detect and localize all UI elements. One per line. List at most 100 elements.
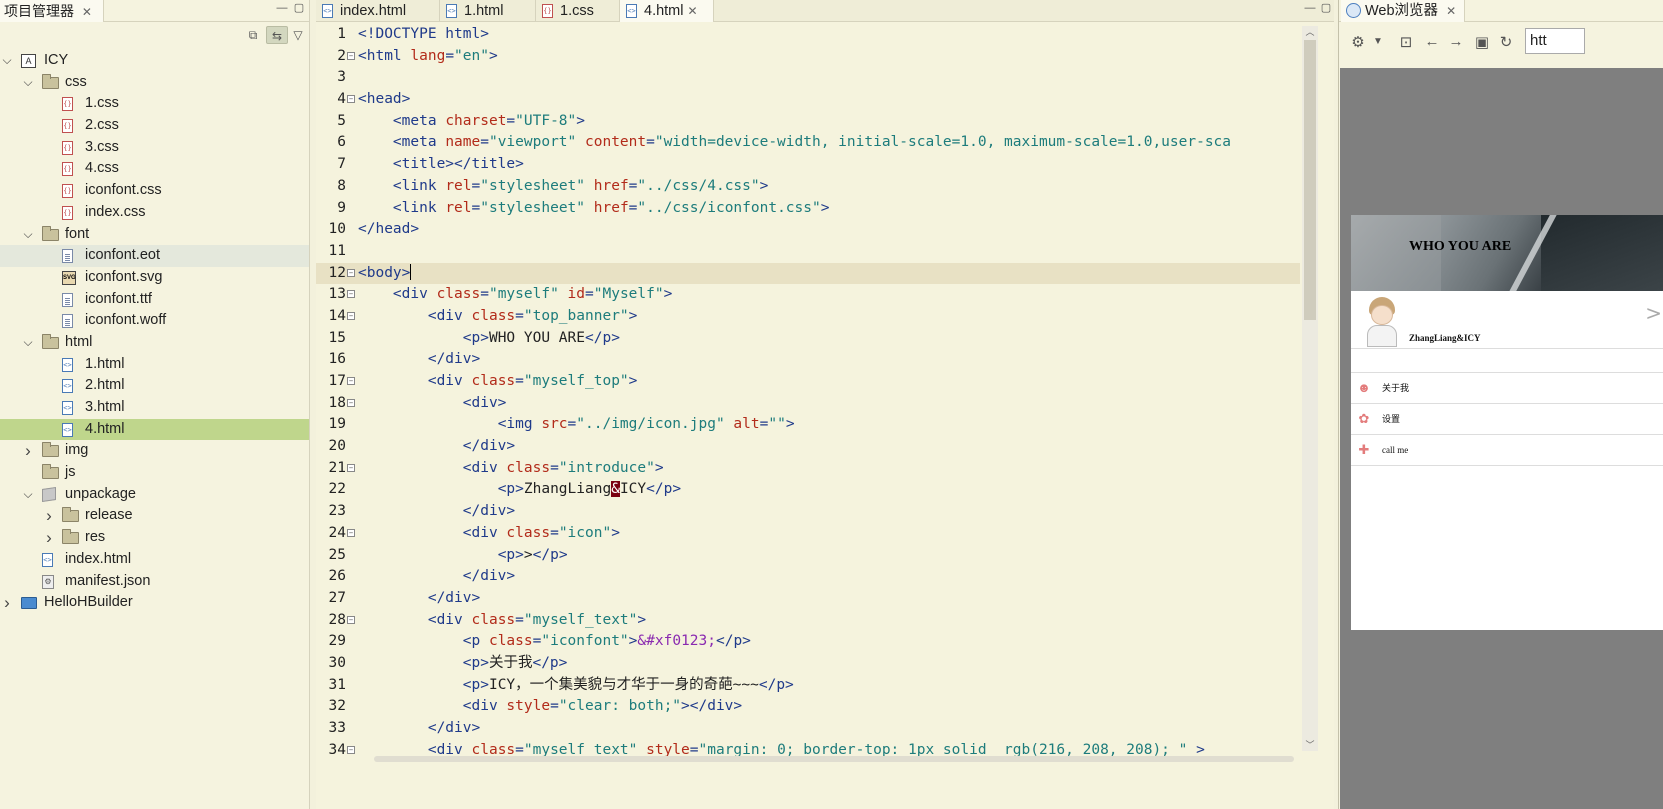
fold-toggle-icon[interactable]: − <box>347 95 355 104</box>
scroll-down-icon[interactable]: ﹀ <box>1302 739 1318 751</box>
code-line[interactable]: 20 </div> <box>316 436 1300 458</box>
tree-item[interactable]: <> index.html <box>0 549 309 571</box>
close-icon[interactable]: ✕ <box>1446 4 1456 18</box>
chevron-down-icon[interactable]: ⌵ <box>21 484 35 506</box>
tree-item[interactable]: <> 1.html <box>0 354 309 376</box>
close-icon[interactable]: ✕ <box>82 5 92 19</box>
code-line[interactable]: 19 <img src="../img/icon.jpg" alt=""> <box>316 414 1300 436</box>
vertical-scrollbar[interactable]: ︿ ﹀ <box>1302 26 1318 751</box>
tree-item[interactable]: {} 3.css <box>0 137 309 159</box>
tree-item[interactable]: ⌵ A ICY <box>0 50 309 72</box>
code-line[interactable]: 4− <head> <box>316 89 1300 111</box>
tab-index-html[interactable]: <> index.html <box>316 0 440 22</box>
chevron-down-icon[interactable]: ⌵ <box>21 332 35 354</box>
code-line[interactable]: 31 <p>ICY，一个集美貌与才华于一身的奇葩~~~</p> <box>316 675 1300 697</box>
tab-1-html[interactable]: <> 1.html <box>440 0 536 22</box>
code-line[interactable]: 13− <div class="myself" id="Myself"> <box>316 284 1300 306</box>
tree-item[interactable]: {} 1.css <box>0 93 309 115</box>
view-menu-icon[interactable]: ▽ <box>290 26 306 44</box>
code-line[interactable]: 5 <meta charset="UTF-8"> <box>316 111 1300 133</box>
scroll-thumb[interactable] <box>1304 40 1316 320</box>
chevron-right-icon[interactable]: › <box>0 592 14 614</box>
code-line[interactable]: 30 <p>关于我</p> <box>316 653 1300 675</box>
chevron-down-icon[interactable]: ⌵ <box>21 72 35 94</box>
tree-item[interactable]: iconfont.ttf <box>0 289 309 311</box>
menu-item[interactable]: ✚ call me <box>1351 435 1663 466</box>
tree-item[interactable]: ⌵ html <box>0 332 309 354</box>
code-line[interactable]: 18− <div> <box>316 393 1300 415</box>
code-area[interactable]: 1 <!DOCTYPE html> 2− <html lang="en"> 3 4− <he… <box>316 24 1300 809</box>
dropdown-icon[interactable]: ▼ <box>1369 36 1387 47</box>
collapse-all-icon[interactable]: ⧉ <box>242 26 264 44</box>
tree-item[interactable]: {} index.css <box>0 202 309 224</box>
chevron-down-icon[interactable]: ⌵ <box>0 50 14 72</box>
tree-item[interactable]: › res <box>0 527 309 549</box>
tree-item[interactable]: › img <box>0 440 309 462</box>
url-input[interactable]: htt <box>1525 28 1585 54</box>
refresh-icon[interactable]: ↻ <box>1497 33 1515 51</box>
tree-item[interactable]: iconfont.eot <box>0 245 309 267</box>
fold-toggle-icon[interactable]: − <box>347 311 355 320</box>
code-line[interactable]: 25 <p>></p> <box>316 545 1300 567</box>
chevron-right-icon[interactable]: > <box>1645 301 1662 325</box>
forward-icon[interactable]: → <box>1447 33 1465 50</box>
stop-icon[interactable]: ▣ <box>1473 33 1491 51</box>
chevron-right-icon[interactable]: › <box>42 527 56 549</box>
horizontal-scrollbar[interactable] <box>374 756 1294 762</box>
menu-item[interactable]: ✿ 设置 <box>1351 404 1663 435</box>
minimize-icon[interactable]: — <box>276 2 288 14</box>
code-line[interactable]: 1 <!DOCTYPE html> <box>316 24 1300 46</box>
code-line[interactable]: 3 <box>316 67 1300 89</box>
console-icon[interactable]: ⊡ <box>1397 33 1415 51</box>
tree-item[interactable]: iconfont.woff <box>0 310 309 332</box>
tree-item[interactable]: ⚙ manifest.json <box>0 571 309 593</box>
tree-item[interactable]: › HelloHBuilder <box>0 592 309 614</box>
fold-toggle-icon[interactable]: − <box>347 51 355 60</box>
fold-toggle-icon[interactable]: − <box>347 377 355 385</box>
scroll-up-icon[interactable]: ︿ <box>1302 26 1318 38</box>
tree-item[interactable]: ⌵ font <box>0 224 309 246</box>
tree-item[interactable]: <> 4.html <box>0 418 309 441</box>
fold-toggle-icon[interactable]: − <box>347 398 355 407</box>
code-line[interactable]: 12− <body> <box>316 262 1300 285</box>
tree-item[interactable]: ⌵ css <box>0 72 309 94</box>
code-line[interactable]: 6 <meta name="viewport" content="width=d… <box>316 132 1300 154</box>
code-line[interactable]: 11 <box>316 241 1300 263</box>
maximize-icon[interactable]: ▢ <box>293 2 305 14</box>
tree-item[interactable]: js <box>0 462 309 484</box>
code-line[interactable]: 24− <div class="icon"> <box>316 523 1300 545</box>
code-line[interactable]: 10 </head> <box>316 219 1300 241</box>
tab-4-html[interactable]: <> 4.html ✕ <box>620 0 714 22</box>
code-line[interactable]: 23 </div> <box>316 501 1300 523</box>
tree-item[interactable]: ⌵ unpackage <box>0 484 309 506</box>
back-icon[interactable]: ← <box>1423 33 1441 50</box>
tree-item[interactable]: {} iconfont.css <box>0 180 309 202</box>
tree-item[interactable]: <> 3.html <box>0 397 309 419</box>
code-line[interactable]: 28− <div class="myself_text"> <box>316 610 1300 632</box>
code-line[interactable]: 7 <title></title> <box>316 154 1300 176</box>
editor-maximize-icon[interactable]: ▢ <box>1320 2 1332 14</box>
code-line[interactable]: 16 </div> <box>316 349 1300 371</box>
tab-1-css[interactable]: {} 1.css <box>536 0 620 22</box>
browser-tab[interactable]: Web浏览器 ✕ <box>1341 0 1465 22</box>
close-icon[interactable]: ✕ <box>688 4 698 18</box>
fold-toggle-icon[interactable]: − <box>347 290 355 299</box>
profile-row[interactable]: ZhangLiang&ICY > <box>1351 291 1663 349</box>
fold-toggle-icon[interactable]: − <box>347 528 355 537</box>
code-line[interactable]: 9 <link rel="stylesheet" href="../css/ic… <box>316 198 1300 220</box>
tree-item[interactable]: {} 2.css <box>0 115 309 137</box>
tree-item[interactable]: <> 2.html <box>0 375 309 397</box>
fold-toggle-icon[interactable]: − <box>347 615 355 624</box>
project-panel-tab[interactable]: 项目管理器 ✕ <box>0 0 104 22</box>
code-line[interactable]: 2− <html lang="en"> <box>316 46 1300 68</box>
chevron-down-icon[interactable]: ⌵ <box>21 224 35 246</box>
code-line[interactable]: 22 <p>ZhangLiang&ICY</p> <box>316 479 1300 501</box>
settings-icon[interactable]: ⚙ <box>1349 33 1367 51</box>
fold-toggle-icon[interactable]: − <box>347 268 355 277</box>
link-editor-icon[interactable]: ⇆ <box>266 26 288 44</box>
menu-item[interactable]: ☻ 关于我 <box>1351 373 1663 404</box>
code-line[interactable]: 8 <link rel="stylesheet" href="../css/4.… <box>316 176 1300 198</box>
tree-item[interactable]: SVG iconfont.svg <box>0 267 309 289</box>
code-line[interactable]: 27 </div> <box>316 588 1300 610</box>
fold-toggle-icon[interactable]: − <box>347 463 355 472</box>
